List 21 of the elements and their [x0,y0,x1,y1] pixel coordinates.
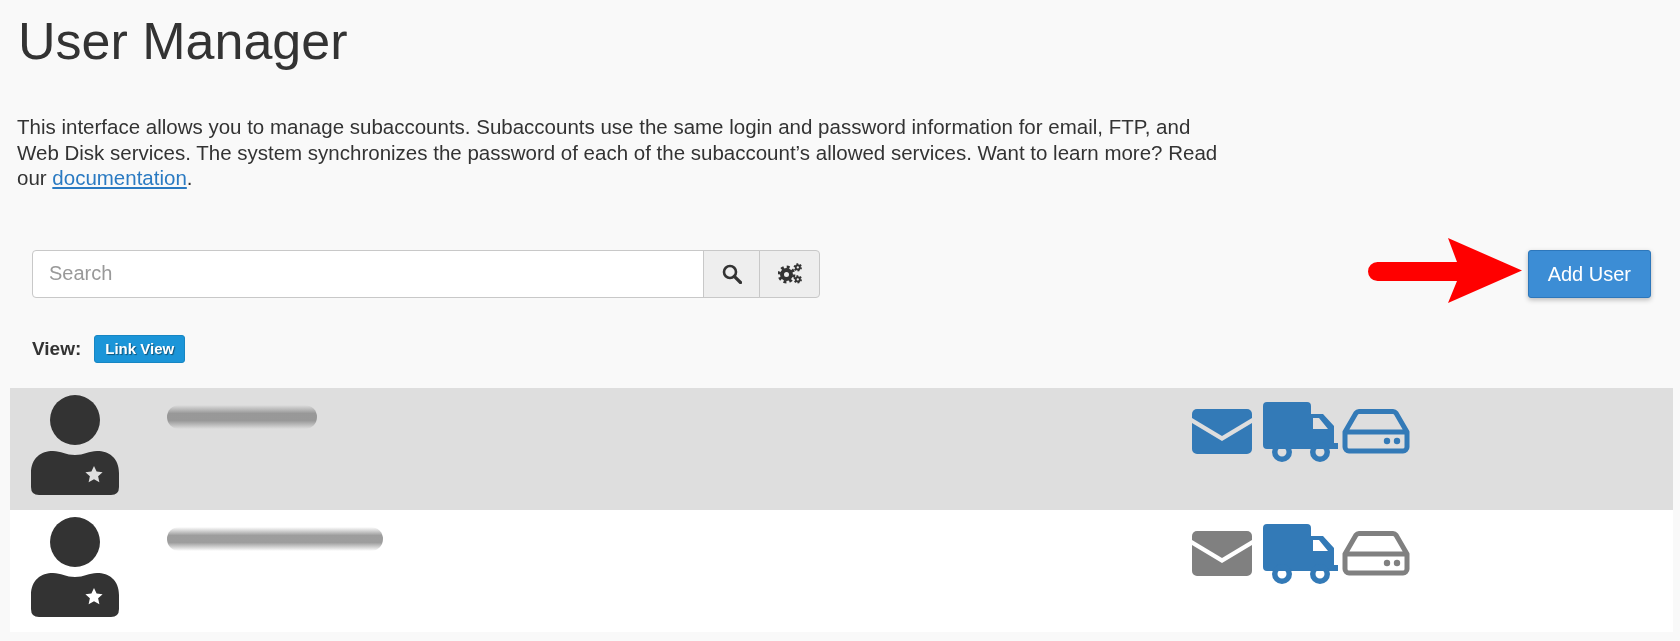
search-button[interactable] [703,249,760,298]
settings-icon [777,263,802,285]
settings-button[interactable] [759,249,820,298]
search-icon [721,263,742,284]
truck-icon[interactable] [1263,401,1338,462]
documentation-link[interactable]: documentation [52,166,187,190]
envelope-icon[interactable] [1192,531,1252,577]
add-user-button[interactable]: Add User [1527,249,1651,298]
user-row[interactable] [10,509,1673,632]
page-title: User Manager [18,13,349,71]
view-label: View: [32,336,82,361]
hard-drive-icon[interactable] [1342,531,1410,577]
user-avatar-icon [31,394,119,495]
user-row[interactable] [10,387,1673,510]
hard-drive-icon[interactable] [1342,409,1410,455]
view-mode-button[interactable]: Link View [94,334,186,363]
search-field[interactable]: Search [32,249,704,298]
truck-icon[interactable] [1263,523,1338,584]
user-avatar-icon [31,516,119,617]
intro-paragraph: This interface allows you to manage subaccounts. Subaccounts use the same login and password information for email, FTP, and Web Disk services. The system synchronizes the password of each of the subaccount’s allowed services. Want to learn more? Read our documentation. [17,114,1219,191]
envelope-icon[interactable] [1192,409,1252,455]
